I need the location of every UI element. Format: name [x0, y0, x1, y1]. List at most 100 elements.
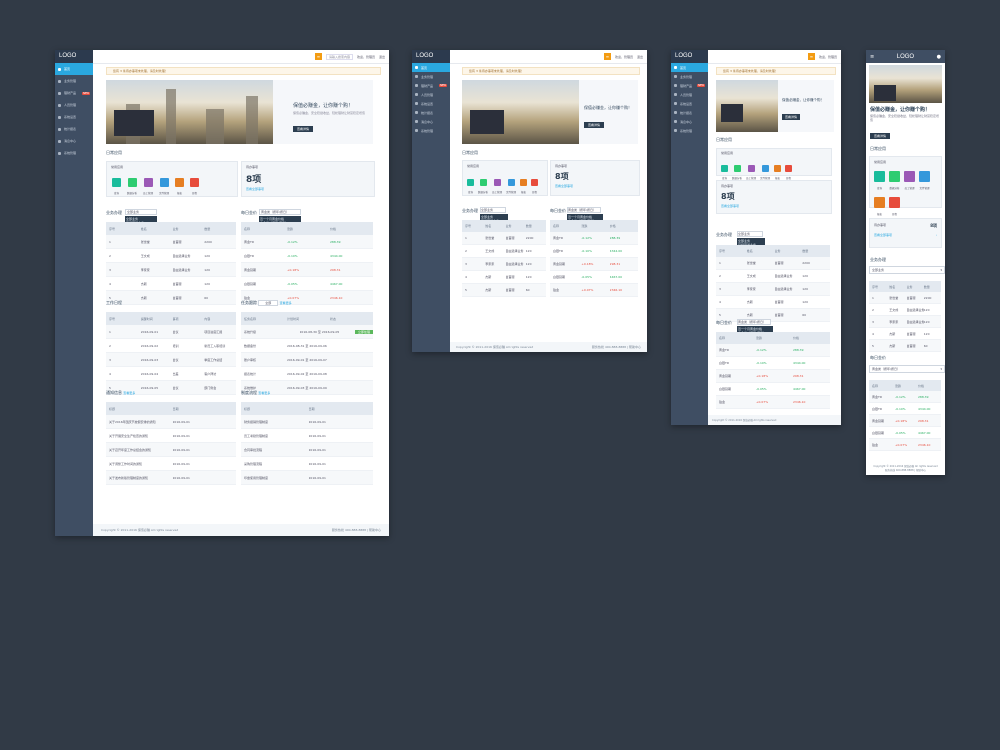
- orange-menu-button[interactable]: ≡: [807, 53, 815, 60]
- fund-select[interactable]: 黄金类（按年/按日）: [259, 209, 301, 215]
- user-name[interactable]: 欢迎，管理员: [615, 55, 633, 59]
- fund-select[interactable]: 黄金类（按年/按日）: [567, 207, 601, 213]
- app-item[interactable]: 员工管理: [904, 167, 915, 190]
- table-row[interactable]: 3 李家家 自由选择业务 120: [106, 263, 236, 277]
- table-row[interactable]: 账户审核 2016-09-01 至 2016-09-07: [241, 353, 373, 367]
- table-row[interactable]: 2 王文成 自由选择业务 120: [716, 270, 830, 283]
- table-row[interactable]: 4 杰斯 金首服 120: [716, 296, 830, 309]
- table-row[interactable]: 黄金延期 +0.18% 298.31: [241, 263, 373, 277]
- table-row[interactable]: 5 杰斯 金首服 60: [869, 340, 941, 352]
- table-row[interactable]: 1 张世堂 金首服 2200: [462, 232, 546, 245]
- banner-button[interactable]: 查看详情: [870, 133, 891, 139]
- sidebar-item[interactable]: 消息中心: [55, 135, 93, 147]
- fund-select[interactable]: 黄金类（按年/按日） ▾: [869, 365, 945, 373]
- sidebar-item[interactable]: 首页: [412, 63, 450, 72]
- table-row[interactable]: 3 李家家 自由选择业务 120: [462, 258, 546, 271]
- table-row[interactable]: 黄金TD -0.12% 288.39: [869, 391, 941, 403]
- app-item[interactable]: 数据分析: [127, 172, 137, 195]
- table-row[interactable]: 2 2016-09-02 培训 新员工入职培训: [106, 339, 236, 353]
- app-item[interactable]: 日程: [531, 171, 539, 194]
- app-item[interactable]: 文件管理: [919, 167, 930, 190]
- app-item[interactable]: 数据分析: [732, 157, 742, 180]
- sidebar-item[interactable]: 理财产品 NEW: [412, 81, 450, 90]
- sidebar-item[interactable]: 消息中心: [412, 117, 450, 126]
- app-item[interactable]: 员工管理: [746, 157, 756, 180]
- app-item[interactable]: 数据分析: [889, 167, 900, 190]
- app-item[interactable]: 数据分析: [478, 171, 488, 194]
- table-row[interactable]: 财务报销管理制度 2016-09-01: [241, 415, 373, 429]
- tasks-select[interactable]: 全部: [258, 300, 279, 306]
- app-item[interactable]: 查询: [467, 171, 474, 194]
- app-item[interactable]: 报表: [774, 157, 782, 180]
- table-row[interactable]: 黄金延期 +0.18% 298.31: [869, 415, 941, 427]
- sidebar-item[interactable]: 统计报表: [671, 108, 708, 117]
- sidebar-item[interactable]: 系统设置: [671, 99, 708, 108]
- sidebar-item[interactable]: 业务管理: [671, 72, 708, 81]
- table-row[interactable]: 白银延期 -0.05% 4467.00: [869, 427, 941, 439]
- app-item[interactable]: 查询: [112, 172, 121, 195]
- app-item[interactable]: 报表: [175, 172, 185, 195]
- table-row[interactable]: 3 2016-09-03 会议 季度工作总结: [106, 353, 236, 367]
- sidebar-item[interactable]: 理财产品 NEW: [671, 81, 708, 90]
- user-name[interactable]: 欢迎，管理员: [357, 55, 375, 59]
- table-row[interactable]: 3 李家家 自由选择业务 120: [716, 283, 830, 296]
- app-item[interactable]: 日程: [889, 193, 900, 216]
- logout-link[interactable]: 退出: [379, 55, 385, 59]
- table-row[interactable]: 4 2016-09-04 出差 客户拜访: [106, 367, 236, 381]
- table-row[interactable]: 3 李家家 自由选择业务 120: [869, 316, 941, 328]
- table-row[interactable]: 白银TD -0.10% 4344.00: [550, 245, 638, 258]
- orange-menu-button[interactable]: ≡: [314, 53, 322, 60]
- banner-button[interactable]: 查看详情: [584, 122, 605, 128]
- table-row[interactable]: 铂金 +0.07% 2346.10: [869, 439, 941, 451]
- orange-menu-button[interactable]: ≡: [603, 53, 611, 60]
- app-item[interactable]: 文件管理: [760, 157, 770, 180]
- sidebar-item[interactable]: 首页: [671, 63, 708, 72]
- app-item[interactable]: 员工管理: [492, 171, 502, 194]
- table-row[interactable]: 黄金TD -0.12% 288.39: [716, 344, 830, 357]
- search-input[interactable]: 请输入搜索内容: [325, 53, 353, 60]
- app-item[interactable]: 员工管理: [143, 172, 153, 195]
- sidebar-item[interactable]: 系统设置: [412, 99, 450, 108]
- user-name[interactable]: 欢迎，管理员: [819, 55, 837, 59]
- table-row[interactable]: 1 张世堂 金首服 2200: [106, 235, 236, 249]
- table-row[interactable]: 合同审批流程 2016-09-01: [241, 443, 373, 457]
- table-row[interactable]: 4 杰斯 金首服 120: [869, 328, 941, 340]
- table-row[interactable]: 关于2016年国庆节放假安排的通知 2016-09-01: [106, 415, 236, 429]
- table-row[interactable]: 关于发布新版管理制度的通知 2016-09-01: [106, 471, 236, 485]
- sidebar-item[interactable]: 消息中心: [671, 117, 708, 126]
- sidebar-item[interactable]: 人员管理: [55, 99, 93, 111]
- table-row[interactable]: 关于调整工作时间的通知 2016-09-01: [106, 457, 236, 471]
- rules-more[interactable]: 查看更多: [258, 391, 270, 395]
- logout-link[interactable]: 退出: [637, 55, 643, 59]
- table-row[interactable]: 铂金 +0.07% 2346.10: [716, 396, 830, 409]
- sidebar-item[interactable]: 系统管理: [671, 126, 708, 135]
- table-row[interactable]: 1 2016-09-01 会议 项目进度汇报: [106, 325, 236, 339]
- table-row[interactable]: 印章使用管理制度 2016-09-01: [241, 471, 373, 485]
- sidebar-item[interactable]: 业务管理: [55, 75, 93, 87]
- table-row[interactable]: 员工考勤管理制度 2016-09-01: [241, 429, 373, 443]
- table-row[interactable]: 白银延期 -0.05% 4467.00: [550, 271, 638, 284]
- app-item[interactable]: 文件管理: [159, 172, 169, 195]
- table-row[interactable]: 铂金 +0.07% 2346.10: [550, 284, 638, 297]
- sidebar-item[interactable]: 首页: [55, 63, 93, 75]
- table-row[interactable]: 关于开展安全生产检查的通知 2016-09-01: [106, 429, 236, 443]
- sidebar-item[interactable]: 系统管理: [412, 126, 450, 135]
- sidebar-item[interactable]: 理财产品 NEW: [55, 87, 93, 99]
- table-row[interactable]: 白银延期 -0.05% 4467.00: [241, 277, 373, 291]
- table-row[interactable]: 4 杰斯 金首服 120: [106, 277, 236, 291]
- table-row[interactable]: 5 杰斯 金首服 60: [106, 291, 236, 305]
- table-row[interactable]: 白银TD -0.10% 4344.00: [241, 249, 373, 263]
- sidebar-item[interactable]: 统计报表: [412, 108, 450, 117]
- business-select[interactable]: 全部业务: [125, 209, 157, 215]
- table-row[interactable]: 报表统计 2016-09-02 至 2016-09-08: [241, 367, 373, 381]
- user-icon[interactable]: ●: [937, 54, 941, 60]
- sidebar-item[interactable]: 统计报表: [55, 123, 93, 135]
- table-row[interactable]: 5 杰斯 金首服 60: [716, 309, 830, 322]
- todo-more-link[interactable]: 查看全部事项: [555, 184, 635, 188]
- table-row[interactable]: 数据备份 2016-08-31 至 2016-09-06: [241, 339, 373, 353]
- sidebar-item[interactable]: 系统设置: [55, 111, 93, 123]
- table-row[interactable]: 1 张世堂 金首服 2200: [716, 257, 830, 270]
- app-item[interactable]: 日程: [190, 172, 200, 195]
- business-select[interactable]: 全部业务 ▾: [869, 266, 945, 274]
- app-item[interactable]: 报表: [520, 171, 528, 194]
